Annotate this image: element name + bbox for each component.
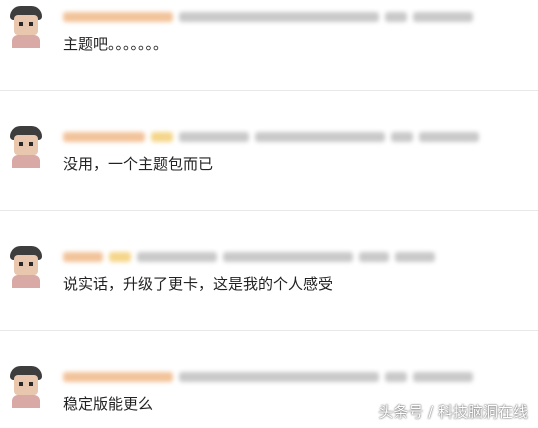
username-blurred[interactable]: [63, 372, 173, 382]
username-blurred[interactable]: [63, 132, 145, 142]
username-blurred[interactable]: [63, 252, 103, 262]
badge-blurred: [109, 252, 131, 262]
comment-text: 稳定版能更么: [63, 395, 154, 413]
comment-meta-blurred: [63, 130, 479, 144]
divider: [0, 90, 538, 91]
divider: [0, 210, 538, 211]
divider: [0, 330, 538, 331]
avatar[interactable]: [8, 246, 44, 288]
comment-item: 主题吧。。。。。。。: [0, 0, 538, 120]
avatar[interactable]: [8, 366, 44, 408]
comment-text: 主题吧。。。。。。。: [63, 35, 169, 53]
username-blurred[interactable]: [63, 12, 173, 22]
comment-meta-blurred: [63, 370, 473, 384]
comment-item: 没用，一个主题包而已: [0, 120, 538, 240]
avatar[interactable]: [8, 126, 44, 168]
comment-meta-blurred: [63, 250, 435, 264]
badge-blurred: [151, 132, 173, 142]
comment-text: 没用，一个主题包而已: [63, 155, 214, 173]
comment-item: 说实话，升级了更卡，这是我的个人感受: [0, 240, 538, 360]
avatar[interactable]: [8, 6, 44, 48]
comment-text: 说实话，升级了更卡，这是我的个人感受: [63, 275, 334, 293]
comment-meta-blurred: [63, 10, 473, 24]
watermark: 头条号 / 科技脑洞在线: [378, 403, 528, 421]
